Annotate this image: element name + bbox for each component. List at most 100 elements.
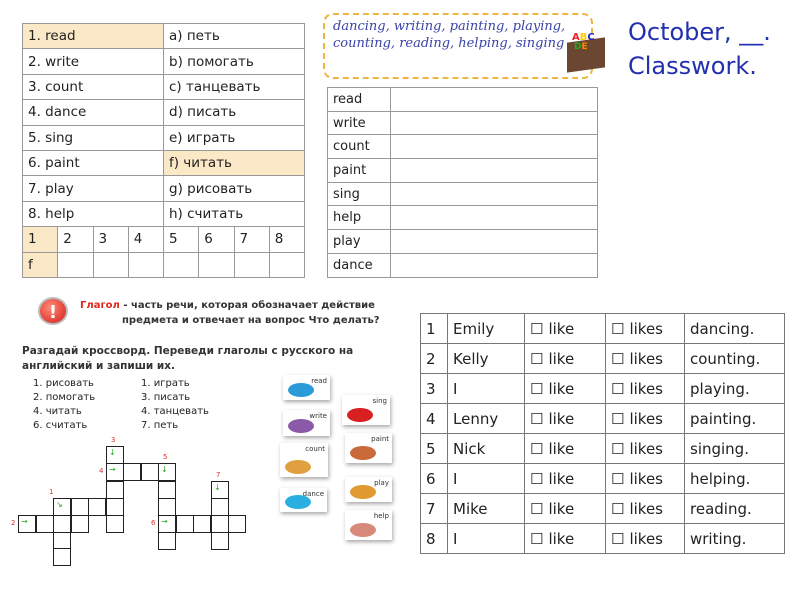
- arrow-icon: →: [161, 517, 168, 526]
- checkbox[interactable]: ☐: [530, 470, 543, 488]
- checkbox[interactable]: ☐: [530, 530, 543, 548]
- translate-row: sing: [327, 181, 598, 207]
- translation-cell[interactable]: [390, 134, 598, 160]
- likes-option[interactable]: ☐ likes: [605, 373, 685, 404]
- like-option[interactable]: ☐ like: [524, 463, 606, 494]
- translation-cell[interactable]: [390, 205, 598, 231]
- checkbox[interactable]: ☐: [611, 470, 624, 488]
- verb: paint: [327, 158, 391, 183]
- translation-cell[interactable]: [390, 252, 598, 278]
- clue: 1. рисовать: [33, 378, 94, 389]
- row-number: 2: [420, 343, 448, 374]
- like-option[interactable]: ☐ like: [524, 403, 606, 434]
- crossword-cell[interactable]: [36, 515, 54, 533]
- crossword-cell[interactable]: [158, 532, 176, 550]
- crossword-cell[interactable]: [71, 498, 89, 516]
- match-row: 6. paint f) читать: [22, 149, 305, 177]
- likes-option[interactable]: ☐ likes: [605, 433, 685, 464]
- english-verb: 2. write: [22, 48, 164, 75]
- crossword-cell[interactable]: [228, 515, 246, 533]
- likes-option[interactable]: ☐ likes: [605, 343, 685, 374]
- translation-cell[interactable]: [390, 110, 598, 136]
- translation-cell[interactable]: [390, 87, 598, 112]
- answer-cell[interactable]: [162, 251, 200, 278]
- likes-option[interactable]: ☐ likes: [605, 463, 685, 494]
- translate-row: write: [327, 110, 598, 136]
- likes-option[interactable]: ☐ likes: [605, 493, 685, 524]
- rule-term: Глагол: [80, 300, 120, 311]
- like-option[interactable]: ☐ like: [524, 433, 606, 464]
- match-table: 1. read a) петь 2. write b) помогать 3. coun…: [21, 22, 306, 278]
- clue: 1. играть: [141, 378, 190, 389]
- answer-cell[interactable]: [268, 251, 306, 278]
- checkbox[interactable]: ☐: [530, 320, 543, 338]
- likes-label: likes: [629, 409, 663, 428]
- answer-cell[interactable]: f: [21, 251, 59, 278]
- classwork-heading: Classwork.: [628, 52, 757, 80]
- checkbox[interactable]: ☐: [530, 440, 543, 458]
- likes-option[interactable]: ☐ likes: [605, 313, 685, 344]
- crossword-cell[interactable]: [158, 498, 176, 516]
- translation-cell[interactable]: [390, 181, 598, 207]
- like-option[interactable]: ☐ like: [524, 343, 606, 374]
- like-option[interactable]: ☐ like: [524, 373, 606, 404]
- checkbox[interactable]: ☐: [530, 380, 543, 398]
- checkbox[interactable]: ☐: [611, 380, 624, 398]
- crossword-cell[interactable]: [123, 463, 141, 481]
- answer-cell[interactable]: [198, 251, 235, 278]
- translation-cell[interactable]: [390, 229, 598, 254]
- crossword-cell[interactable]: [53, 532, 71, 550]
- checkbox[interactable]: ☐: [530, 500, 543, 518]
- translation-cell[interactable]: [390, 158, 598, 183]
- english-verb: 8. help: [22, 200, 164, 228]
- person-name: Kelly: [447, 343, 525, 374]
- crossword-cell[interactable]: [211, 515, 229, 533]
- picture-label: write: [309, 412, 327, 420]
- like-option[interactable]: ☐ like: [524, 493, 606, 524]
- answer-cell[interactable]: [57, 251, 94, 278]
- likes-option[interactable]: ☐ likes: [605, 523, 685, 554]
- checkbox[interactable]: ☐: [611, 440, 624, 458]
- checkbox[interactable]: ☐: [611, 410, 624, 428]
- checkbox[interactable]: ☐: [611, 530, 624, 548]
- row-number: 3: [420, 373, 448, 404]
- crossword-cell[interactable]: [141, 463, 159, 481]
- translate-row: dance: [327, 252, 598, 278]
- crossword-cell[interactable]: [193, 515, 211, 533]
- answer-number: 3: [92, 226, 129, 253]
- checkbox[interactable]: ☐: [611, 500, 624, 518]
- checkbox[interactable]: ☐: [611, 350, 624, 368]
- like-option[interactable]: ☐ like: [524, 523, 606, 554]
- crossword-cell[interactable]: [106, 481, 124, 499]
- answer-cell[interactable]: [233, 251, 270, 278]
- crossword-cell[interactable]: [71, 515, 89, 533]
- crossword-cell[interactable]: [211, 498, 229, 516]
- answer-cell[interactable]: [127, 251, 165, 278]
- activity: playing.: [684, 373, 785, 404]
- checkbox[interactable]: ☐: [530, 350, 543, 368]
- clue: 4. читать: [33, 406, 82, 417]
- checkbox[interactable]: ☐: [611, 320, 624, 338]
- crossword-cell[interactable]: [211, 532, 229, 550]
- checkbox[interactable]: ☐: [530, 410, 543, 428]
- answer-cell[interactable]: [92, 251, 129, 278]
- activity: painting.: [684, 403, 785, 434]
- crossword-cell[interactable]: [106, 498, 124, 516]
- likes-option[interactable]: ☐ likes: [605, 403, 685, 434]
- person-name: Mike: [447, 493, 525, 524]
- likes-row: 8 I ☐ like ☐ likes writing.: [420, 523, 785, 554]
- verb: sing: [327, 181, 391, 207]
- russian-verb: a) петь: [163, 22, 305, 50]
- crossword-cell[interactable]: [53, 515, 71, 533]
- like-label: like: [548, 529, 575, 548]
- english-verb: 1. read: [22, 22, 164, 50]
- crossword-cell[interactable]: [176, 515, 194, 533]
- crossword-cell[interactable]: [88, 498, 106, 516]
- likes-row: 7 Mike ☐ like ☐ likes reading.: [420, 493, 785, 524]
- crossword-cell[interactable]: [106, 515, 124, 533]
- likes-label: likes: [629, 439, 663, 458]
- like-label: like: [548, 349, 575, 368]
- crossword-cell[interactable]: [53, 548, 71, 566]
- crossword-cell[interactable]: [158, 481, 176, 499]
- like-option[interactable]: ☐ like: [524, 313, 606, 344]
